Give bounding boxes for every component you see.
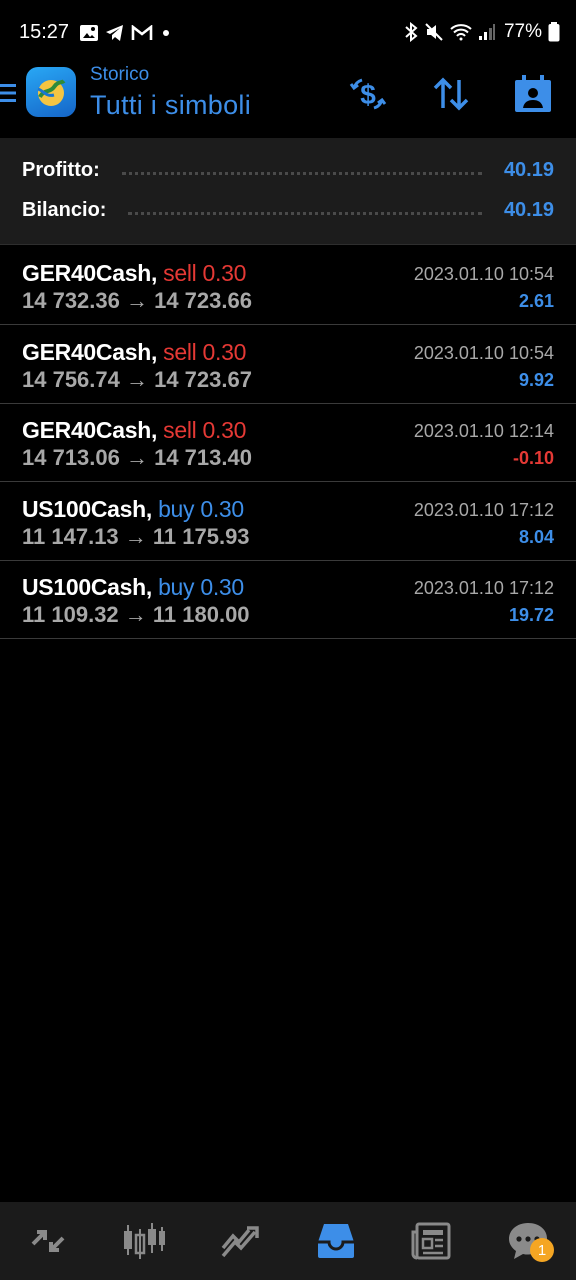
trade-profit: 8.04	[518, 527, 554, 547]
trade-symbol: GER40Cash,	[22, 260, 158, 286]
profit-value: 40.19	[503, 158, 554, 181]
trade-prices: 14 756.74 → 14 723.67	[22, 367, 252, 392]
mute-icon	[425, 23, 443, 41]
trade-datetime: 2023.01.10 17:12	[413, 500, 554, 520]
wifi-icon	[450, 24, 472, 41]
balance-row: Bilancio: 40.19	[22, 195, 554, 225]
trade-symbol: US100Cash,	[22, 496, 152, 522]
signal-icon	[478, 24, 495, 40]
dotted-leader	[121, 166, 482, 175]
quotes-icon	[31, 1230, 65, 1252]
nav-news[interactable]	[384, 1202, 480, 1280]
trade-row[interactable]: GER40Cash, sell 0.30 14 713.06 → 14 713.…	[0, 403, 576, 482]
trade-row[interactable]: US100Cash, buy 0.30 11 147.13 → 11 175.9…	[0, 482, 576, 561]
app-header: Storico Tutti i simboli $	[0, 64, 576, 138]
system-icons: 77%	[404, 20, 560, 44]
balance-value: 40.19	[503, 198, 554, 221]
metatrader-logo-icon	[37, 79, 66, 106]
trade-prices: 11 147.13 → 11 175.93	[22, 524, 250, 549]
trade-row[interactable]: US100Cash, buy 0.30 11 109.32 → 11 180.0…	[0, 560, 576, 639]
nav-history[interactable]	[288, 1202, 384, 1280]
trade-datetime: 2023.01.10 17:12	[413, 578, 554, 598]
trade-symbol: GER40Cash,	[22, 417, 158, 443]
notification-icons	[79, 22, 173, 44]
trade-prices: 14 713.06 → 14 713.40	[22, 445, 252, 470]
balance-label: Bilancio:	[22, 198, 107, 221]
trade-side: buy 0.30	[158, 496, 244, 522]
nav-trade[interactable]	[192, 1202, 288, 1280]
calendar-button[interactable]	[511, 72, 555, 116]
trade-row[interactable]: GER40Cash, sell 0.30 14 756.74 → 14 723.…	[0, 325, 576, 404]
trade-datetime: 2023.01.10 12:14	[413, 421, 554, 441]
header-title[interactable]: Tutti i simboli	[90, 90, 251, 121]
trade-row[interactable]: GER40Cash, sell 0.30 14 732.36 → 14 723.…	[0, 246, 576, 325]
bluetooth-icon	[405, 22, 418, 42]
profit-label: Profitto:	[22, 158, 100, 181]
menu-icon[interactable]	[0, 82, 18, 104]
nav-quotes[interactable]	[0, 1202, 96, 1280]
profit-row: Profitto: 40.19	[22, 155, 554, 185]
dotted-leader	[128, 206, 482, 215]
trade-symbol: GER40Cash,	[22, 339, 158, 365]
battery-percent: 77%	[503, 21, 542, 42]
trade-icon	[221, 1226, 259, 1258]
chat-badge: 1	[530, 1238, 554, 1262]
sort-icon	[433, 77, 469, 111]
trade-side: sell 0.30	[163, 417, 247, 443]
trade-profit: 19.72	[508, 605, 554, 625]
trade-datetime: 2023.01.10 10:54	[413, 343, 554, 363]
trade-profit: 2.61	[518, 291, 554, 311]
trade-profit: -0.10	[512, 448, 554, 468]
trade-side: sell 0.30	[163, 260, 247, 286]
battery-icon	[548, 22, 560, 42]
header-subtitle: Storico	[90, 64, 150, 85]
nav-chat[interactable]: 1	[480, 1202, 576, 1280]
trade-side: sell 0.30	[163, 339, 247, 365]
telegram-icon	[106, 25, 123, 41]
svg-text:$: $	[360, 79, 376, 110]
gallery-icon	[80, 25, 98, 41]
summary-panel: Profitto: 40.19 Bilancio: 40.19	[0, 138, 576, 245]
trade-side: buy 0.30	[158, 574, 244, 600]
bottom-nav: 1	[0, 1202, 576, 1280]
dollar-exchange-icon: $	[349, 78, 387, 110]
sort-button[interactable]	[429, 72, 473, 116]
gmail-icon	[131, 25, 153, 40]
history-icon	[318, 1224, 354, 1258]
trade-prices: 14 732.36 → 14 723.66	[22, 288, 252, 313]
trade-symbol: US100Cash,	[22, 574, 152, 600]
calendar-user-icon	[515, 75, 551, 112]
trade-datetime: 2023.01.10 10:54	[413, 264, 554, 284]
trade-prices: 11 109.32 → 11 180.00	[22, 602, 250, 627]
status-bar: 15:27 77%	[0, 0, 576, 64]
app-logo[interactable]	[26, 67, 76, 117]
nav-chart[interactable]	[96, 1202, 192, 1280]
dot-icon	[163, 30, 169, 36]
trade-profit: 9.92	[518, 370, 554, 390]
status-time: 15:27	[19, 21, 70, 43]
deposit-button[interactable]: $	[346, 72, 390, 116]
news-icon	[411, 1222, 451, 1260]
chart-icon	[124, 1223, 165, 1259]
